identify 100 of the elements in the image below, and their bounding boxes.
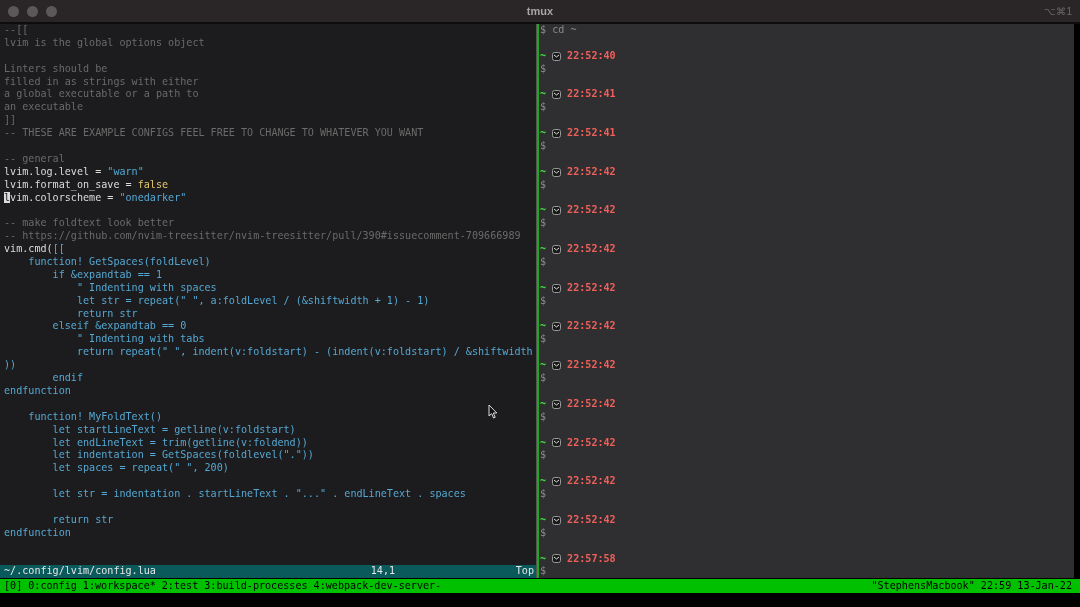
prompt-symbol: $ — [540, 62, 547, 74]
prompt-directory: ~ — [540, 552, 547, 566]
prompt-time: 22:57:58 — [567, 552, 616, 566]
prompt-symbol: $ — [540, 372, 547, 384]
prompt-time: 22:52:42 — [567, 243, 616, 257]
prompt-time: 22:52:42 — [567, 359, 616, 373]
clock-icon — [552, 51, 562, 61]
tmux-window-tab[interactable]: 4:webpack-dev-server- — [313, 579, 442, 594]
prompt-symbol: $ — [540, 178, 547, 190]
prompt-time: 22:52:42 — [567, 281, 616, 295]
code-line: let endLineText = trim(getline(v:foldend)) — [51, 436, 308, 450]
prompt-time: 22:52:41 — [567, 127, 616, 141]
code-line: " Indenting with tabs — [75, 333, 205, 347]
clock-icon — [552, 283, 562, 293]
prompt-time: 22:52:42 — [567, 204, 616, 218]
code-line: lvim is the global options object — [4, 36, 205, 50]
clock-icon — [552, 361, 562, 371]
code-line: function! MyFoldText() — [27, 410, 162, 424]
clock-icon — [552, 515, 562, 525]
clock-icon — [552, 206, 562, 216]
prompt-symbol: $ — [540, 140, 547, 151]
clock-icon — [552, 438, 562, 448]
code-line: endfunction — [4, 384, 71, 398]
code-line: let startLineText = getline(v:foldstart) — [51, 423, 296, 437]
code-line: )) — [4, 359, 17, 373]
window-title: tmux — [526, 5, 554, 17]
host-clock: "StephensMacbook" 22:59 13-Jan-22 — [871, 579, 1072, 594]
prompt-symbol: $ — [540, 217, 547, 229]
prompt-symbol: $ — [540, 410, 547, 422]
clock-icon — [552, 554, 562, 564]
code-line: ]] — [4, 114, 17, 128]
code-line: Linters should be — [4, 62, 108, 76]
prompt-symbol: $ — [540, 256, 547, 268]
prompt-time: 22:52:42 — [567, 436, 616, 450]
tmux-window-tab[interactable]: 2:test — [161, 579, 199, 594]
prompt-symbol: $ — [540, 101, 547, 113]
code-line: " Indenting with spaces — [75, 281, 217, 295]
code-line: return str — [75, 307, 138, 321]
clock-icon — [552, 322, 562, 332]
clock-icon — [552, 399, 562, 409]
code-line: let spaces = repeat(" ", 200) — [51, 462, 229, 476]
prompt-time: 22:52:42 — [567, 320, 616, 334]
prompt-directory: ~ — [540, 475, 547, 489]
code-line: return repeat(" ", indent(v:foldstart) - (indent(v:foldstart) / &shiftwidth — [75, 346, 533, 360]
prompt-directory: ~ — [540, 513, 547, 527]
code-line: -- THESE ARE EXAMPLE CONFIGS FEEL FREE TO CHANGE TO WHATEVER YOU WANT — [4, 127, 424, 140]
zoom-button[interactable] — [46, 5, 57, 17]
code-line: let str = repeat(" ", a:foldLevel / (&shiftwidth + 1) - 1) — [75, 294, 430, 308]
tmux-window-tab[interactable]: 3:build-processes — [204, 579, 308, 594]
prompt-time: 22:52:42 — [567, 397, 616, 411]
prompt-directory: ~ — [540, 204, 547, 218]
tmux-window-tab[interactable]: 0:config — [28, 579, 77, 594]
prompt-symbol: $ — [540, 488, 547, 500]
code-line: let indentation = GetSpaces(foldlevel(".")) — [51, 449, 314, 463]
prompt-symbol: $ — [540, 565, 547, 577]
prompt-directory: ~ — [540, 320, 547, 334]
prompt-directory: ~ — [540, 436, 547, 450]
code-line: vim.cmd([[ — [4, 243, 65, 257]
clock-icon — [552, 90, 562, 100]
prompt-directory: ~ — [540, 127, 547, 141]
code-line: return str — [51, 513, 114, 527]
prompt-directory: ~ — [540, 359, 547, 373]
close-button[interactable] — [8, 5, 19, 17]
prompt-directory: ~ — [540, 243, 547, 257]
prompt-directory: ~ — [540, 281, 547, 295]
code-line: let str = indentation . startLineText . "..." . endLineText . spaces — [51, 488, 466, 501]
shortcut-label: ⌥⌘1 — [1044, 5, 1073, 17]
file-path: ~/.config/lvim/config.lua — [4, 565, 157, 579]
prompt-time: 22:52:41 — [567, 88, 616, 102]
code-line: a global executable or a path to — [4, 88, 199, 102]
code-line: elseif &expandtab == 0 — [51, 320, 187, 334]
cursor-position: 14,1 — [370, 565, 397, 579]
minimize-button[interactable] — [27, 5, 38, 17]
code-line: an executable — [4, 101, 83, 115]
code-line: -- make foldtext look better — [4, 217, 175, 231]
code-line: if &expandtab == 1 — [51, 268, 162, 282]
clock-icon — [552, 245, 562, 255]
code-line: lvim.format_on_save = false — [4, 178, 169, 192]
code-line: filled in as strings with either — [4, 75, 199, 89]
tmux-window-tab[interactable]: 1:workspace* — [82, 579, 156, 594]
prompt-symbol: $ — [540, 526, 547, 538]
clock-icon — [552, 477, 562, 487]
code-line: function! GetSpaces(foldLevel) — [27, 256, 211, 269]
scroll-position: Top — [515, 565, 535, 579]
session-label: [0] — [4, 579, 23, 594]
mouse-pointer-icon — [488, 404, 498, 419]
prompt-symbol: $ — [540, 449, 547, 461]
prompt-directory: ~ — [540, 88, 547, 102]
code-line: -- https://github.com/nvim-treesitter/nvim-treesitter/pull/390#issuecomment-709666989 — [4, 230, 521, 244]
prompt-symbol: $ — [540, 294, 547, 306]
shell-command: $ cd ~ — [540, 24, 577, 35]
prompt-time: 22:52:42 — [567, 513, 616, 527]
clock-icon — [552, 167, 562, 177]
code-line: lvim.log.level = "warn" — [4, 165, 144, 179]
code-line: endfunction — [4, 526, 71, 540]
prompt-directory: ~ — [540, 397, 547, 411]
prompt-directory: ~ — [540, 49, 547, 63]
clock-icon — [552, 129, 562, 139]
code-line: endif — [51, 372, 83, 385]
prompt-time: 22:52:42 — [567, 165, 616, 179]
